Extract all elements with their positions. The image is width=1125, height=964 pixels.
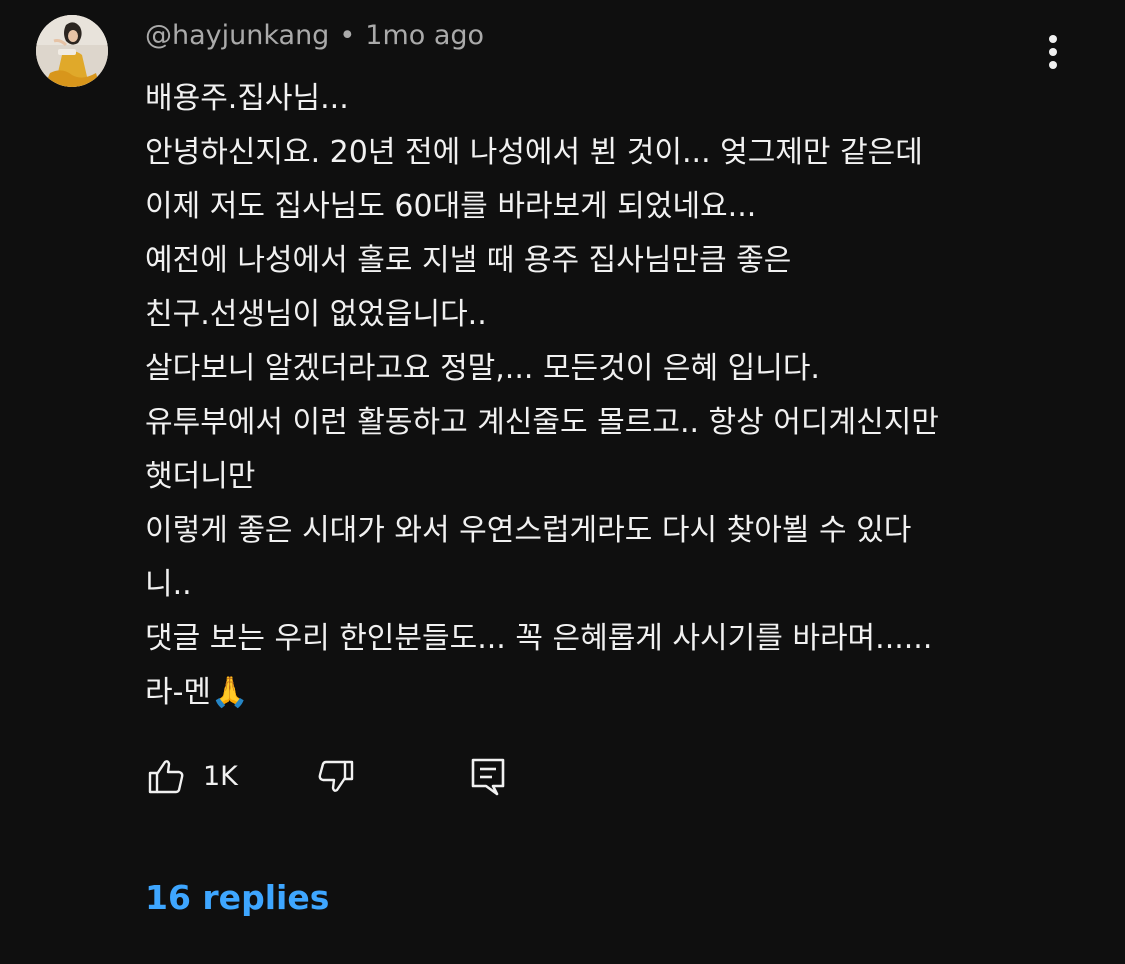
comment-line: 유투부에서 이런 활동하고 계신줄도 몰르고.. 항상 어디계신지만 — [145, 405, 939, 440]
dislike-button[interactable] — [316, 754, 356, 800]
comment-line: 친구.선생님이 없었읍니다.. — [145, 297, 487, 332]
comment-meta: @hayjunkang • 1mo ago — [145, 18, 484, 54]
comment-thread: @hayjunkang • 1mo ago 배용주.집사님... 안녕하신지요. 2… — [0, 0, 1125, 964]
meta-separator: • — [339, 20, 356, 51]
comment-line: 이렇게 좋은 시대가 와서 우연스럽게라도 다시 찾아뵐 수 있다 — [145, 513, 912, 548]
like-button[interactable] — [146, 754, 186, 800]
comment-reply-icon — [471, 758, 505, 796]
comment-line: 햇더니만 — [145, 459, 256, 494]
comment-line: 댓글 보는 우리 한인분들도... 꼭 은혜롭게 사시기를 바라며...... — [145, 621, 933, 656]
comment-line: 라-멘🙏 — [145, 675, 249, 710]
reply-button[interactable] — [468, 754, 508, 800]
comment-line: 예전에 나성에서 홀로 지낼 때 용주 집사님만큼 좋은 — [145, 243, 792, 278]
thumb-up-icon — [148, 760, 184, 794]
thumb-down-icon — [318, 760, 354, 792]
more-vert-icon — [1049, 35, 1057, 69]
comment-timestamp[interactable]: 1mo ago — [365, 20, 484, 51]
like-count: 1K — [203, 761, 238, 792]
view-replies-button[interactable]: 16 replies — [145, 876, 329, 920]
comment-body: 배용주.집사님... 안녕하신지요. 20년 전에 나성에서 뵌 것이... 엊… — [145, 72, 1045, 720]
avatar[interactable] — [36, 15, 108, 87]
more-options-button[interactable] — [1034, 30, 1072, 74]
comment-line: 살다보니 알겠더라고요 정말,... 모든것이 은혜 입니다. — [145, 351, 820, 386]
comment-line: 배용주.집사님... — [145, 81, 349, 116]
avatar-image — [36, 15, 108, 87]
author-name[interactable]: @hayjunkang — [145, 20, 329, 51]
comment-line: 안녕하신지요. 20년 전에 나성에서 뵌 것이... 엊그제만 같은데 — [145, 135, 923, 170]
comment-line: 이제 저도 집사님도 60대를 바라보게 되었네요... — [145, 189, 757, 224]
comment-line: 니.. — [145, 567, 192, 602]
